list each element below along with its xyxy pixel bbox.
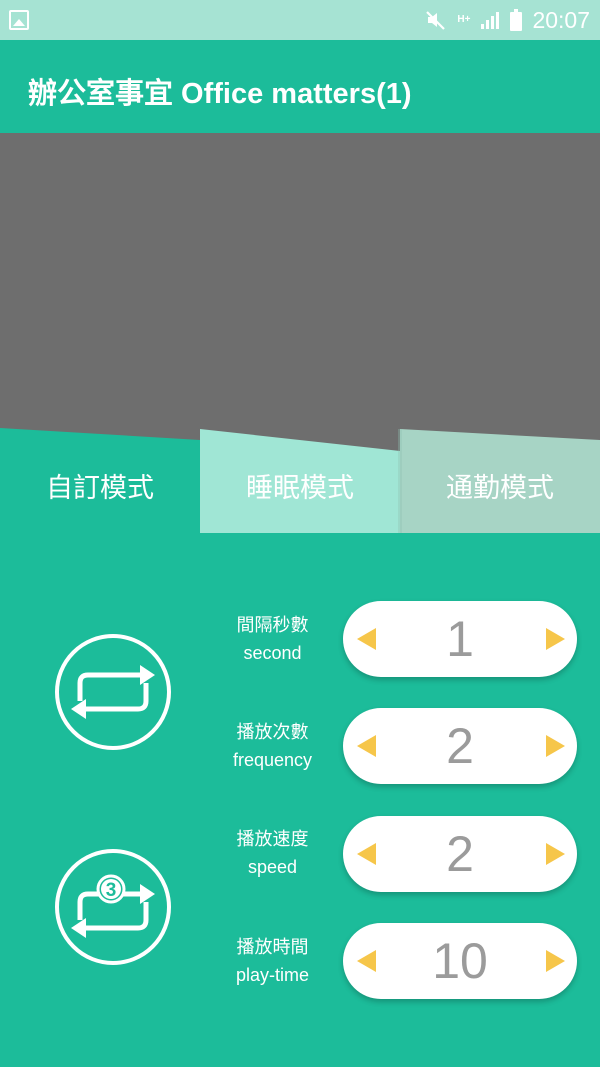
play-time-stepper: 10 [343, 923, 577, 999]
setting-label-play-time: 播放時間 play-time [210, 935, 335, 989]
stepper-value: 10 [432, 933, 488, 989]
decrease-arrow-icon[interactable] [357, 843, 376, 865]
stepper-value: 1 [446, 611, 474, 667]
signal-icon [481, 12, 500, 29]
mute-icon [426, 11, 446, 30]
setting-label-zh: 播放時間 [236, 937, 309, 958]
stepper-value: 2 [446, 826, 474, 882]
repeat-3-icon[interactable]: 3 [54, 848, 172, 966]
decrease-arrow-icon[interactable] [357, 950, 376, 972]
network-icon: H+ [457, 14, 471, 25]
frequency-stepper: 2 [343, 708, 577, 784]
increase-arrow-icon[interactable] [546, 735, 565, 757]
setting-label-second: 間隔秒數 second [210, 613, 335, 667]
tab-sleep-mode[interactable]: 睡眠模式 [200, 466, 400, 505]
increase-arrow-icon[interactable] [546, 628, 565, 650]
second-stepper: 1 [343, 601, 577, 677]
preview-area [0, 133, 600, 453]
setting-label-en: speed [247, 857, 298, 877]
decrease-arrow-icon[interactable] [357, 628, 376, 650]
setting-label-en: frequency [232, 750, 313, 770]
decrease-arrow-icon[interactable] [357, 735, 376, 757]
battery-icon [510, 9, 523, 31]
image-icon [9, 10, 29, 30]
setting-label-zh: 播放次數 [236, 722, 309, 743]
status-bar: H+ 20:07 [0, 0, 600, 40]
app-bar: 辦公室事宜 Office matters(1) [0, 40, 600, 133]
setting-label-zh: 間隔秒數 [236, 615, 309, 636]
page-title: 辦公室事宜 Office matters(1) [28, 78, 412, 110]
status-bar-right: H+ 20:07 [425, 6, 590, 34]
increase-arrow-icon[interactable] [546, 950, 565, 972]
repeat-icon[interactable] [54, 633, 172, 751]
status-time: 20:07 [532, 6, 590, 33]
setting-label-en: second [243, 643, 302, 663]
setting-label-speed: 播放速度 speed [210, 827, 335, 881]
stepper-value: 2 [446, 718, 474, 774]
tab-commute-mode[interactable]: 通勤模式 [400, 466, 600, 505]
setting-label-zh: 播放速度 [236, 829, 309, 850]
setting-label-en: play-time [235, 965, 310, 985]
tab-custom-mode[interactable]: 自訂模式 [0, 466, 200, 505]
setting-label-frequency: 播放次數 frequency [210, 720, 335, 774]
increase-arrow-icon[interactable] [546, 843, 565, 865]
repeat-count-badge: 3 [106, 880, 117, 901]
speed-stepper: 2 [343, 816, 577, 892]
